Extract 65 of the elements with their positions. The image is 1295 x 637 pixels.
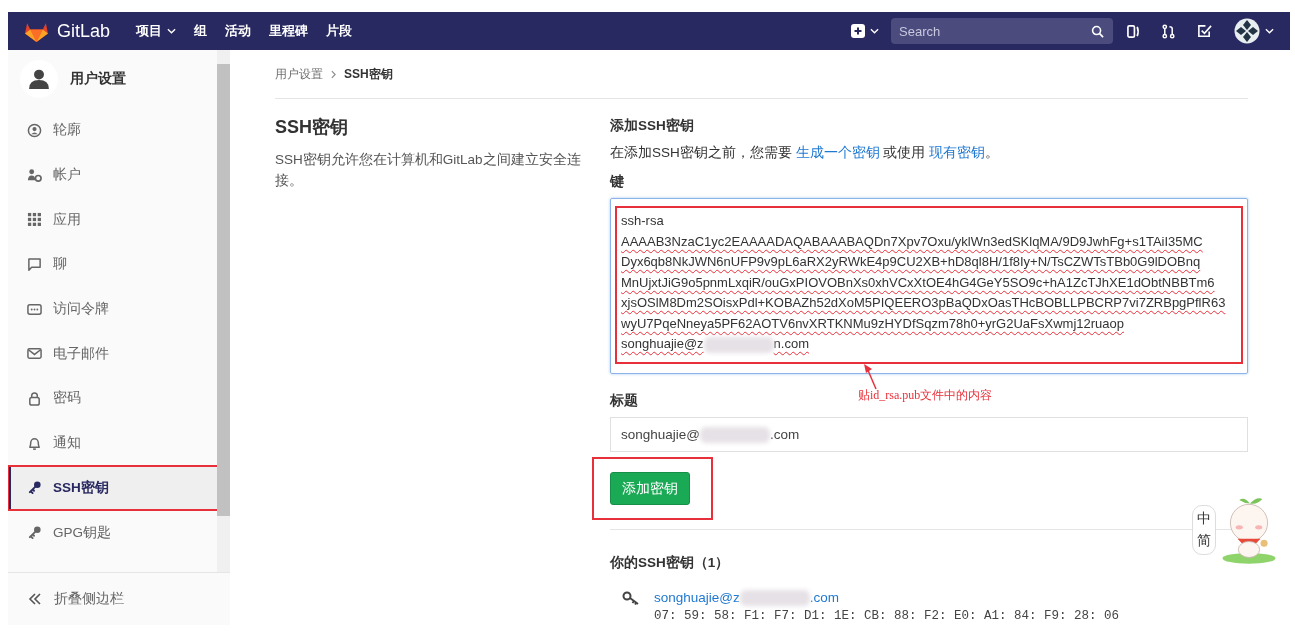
search-field[interactable]: Search <box>891 18 1113 44</box>
blurred-patch <box>703 336 774 353</box>
generate-key-link[interactable]: 生成一个密钥 <box>795 145 880 160</box>
merge-request-icon[interactable] <box>1162 23 1175 39</box>
nav-link[interactable]: 组 <box>194 22 208 40</box>
user-silhouette-icon <box>28 68 50 90</box>
nav-link[interactable]: 项目 <box>136 22 177 40</box>
existing-key-link[interactable]: 现有密钥 <box>929 145 986 160</box>
blurred-patch <box>700 426 770 443</box>
field-label: 标题 <box>610 392 638 410</box>
scrollbar-thumb[interactable] <box>217 64 230 516</box>
ime-status-bar[interactable]: 中 简 <box>1192 505 1216 555</box>
breadcrumb-link[interactable]: SSH密钥 <box>344 65 393 83</box>
sidebar-item[interactable]: 聊 <box>8 242 217 287</box>
brand-name[interactable]: GitLab <box>57 20 111 42</box>
key-icon <box>27 480 42 496</box>
caret-icon <box>870 28 879 34</box>
sidebar-item[interactable]: GPG钥匙 <box>8 510 217 555</box>
breadcrumb-link[interactable]: 用户设置 <box>275 65 323 83</box>
grid-icon <box>27 212 42 228</box>
sidebar-item[interactable]: 应用 <box>8 197 217 243</box>
blurred-patch <box>739 590 810 607</box>
plus-square-icon <box>851 24 865 38</box>
todo-check-icon[interactable] <box>1197 23 1212 39</box>
sidebar-item[interactable]: 访问令牌 <box>8 286 217 332</box>
title-input[interactable]: songhuajie@ .com <box>610 417 1248 452</box>
sidebar-item[interactable]: 密码 <box>8 376 217 421</box>
sidebar-title: 用户设置 <box>70 70 126 88</box>
double-chevron-left-icon <box>28 593 42 605</box>
caret-icon <box>1265 28 1274 34</box>
nav-link[interactable]: 活动 <box>225 22 252 40</box>
keys-heading: 你的SSH密钥（1） <box>610 554 731 572</box>
hint-text: 在添加SSH密钥之前，您需要 生成一个密钥 或使用 现有密钥。 <box>610 144 1001 162</box>
search-icon <box>1091 25 1104 38</box>
form-heading: 添加SSH密钥 <box>610 117 695 135</box>
key-fingerprint: 07: 59: 58: F1: F7: D1: 1E: CB: 88: F2: E0: A1: 84: F9: 28: 06 <box>654 609 1120 624</box>
user-gear-icon <box>27 167 42 183</box>
token-icon <box>27 301 42 317</box>
annotation-box: ssh-rsa AAAAB3NzaC1yc2EAAAADAQABAAABAQDn7Xpv7Oxu/yklWn3edSKlqMA/9D9JwhFg+s1TAiI35MC Dyx6qb8NkJWN6nUFP9v9pL6aRX2yRWkE4p9CU2XB+hD8ql8H/1f8Iy+N/TsCZWTsTBb0G9lDOBnq MnUjxtJiG9o5pnmLxqiR/ouGxPIOVOBnXs0xhVCxXtOE4hG4GeY5SO9c+hA1ZcTJhXE1dObtNBBTm6 xjsOSlM8Dm2SOisxPdl+KOBAZh52dXoM5PIQEERO3pBaQDxOasTHcBOBLLPBCRP7vi7ZRBpgPflR63 wyU7PqeNneya5PF62AOTV6nvXRTKNMu9zHYDfSqzm78h0+yrG2UaFsXwmj12ruaop songhuajie@z n.com <box>615 206 1243 364</box>
section-description: SSH密钥允许您在计算机和GitLab之间建立安全连接。 <box>275 151 582 190</box>
user-menu-button[interactable] <box>1234 18 1274 44</box>
add-key-button[interactable]: 添加密钥 <box>610 472 690 505</box>
mail-icon <box>27 346 42 362</box>
chat-bubble-icon <box>27 256 42 272</box>
new-menu-button[interactable] <box>851 24 879 38</box>
sidebar-item[interactable]: 通知 <box>8 420 217 466</box>
profile-icon <box>27 122 42 138</box>
avatar-icon <box>1234 18 1260 44</box>
sidebar-item[interactable]: 电子邮件 <box>8 331 217 377</box>
issues-icon[interactable] <box>1127 23 1140 39</box>
annotation-arrow <box>864 364 878 390</box>
sidebar-item[interactable]: 轮廓 <box>8 108 217 153</box>
nav-link[interactable]: 片段 <box>326 22 353 40</box>
key-icon <box>622 590 640 606</box>
lock-icon <box>27 390 42 406</box>
annotation-note: 贴id_rsa.pub文件中的内容 <box>858 387 993 404</box>
bell-icon <box>27 435 42 451</box>
key-icon <box>27 525 42 541</box>
chevron-right-icon <box>331 69 336 79</box>
field-label: 键 <box>610 173 624 191</box>
sidebar-item[interactable]: 帐户 <box>8 152 217 198</box>
section-title: SSH密钥 <box>275 116 349 139</box>
sidebar-item[interactable]: SSH密钥 <box>8 465 219 511</box>
key-title-link[interactable]: songhuajie@z .com <box>654 590 1120 607</box>
nav-link[interactable]: 里程碑 <box>269 22 309 40</box>
